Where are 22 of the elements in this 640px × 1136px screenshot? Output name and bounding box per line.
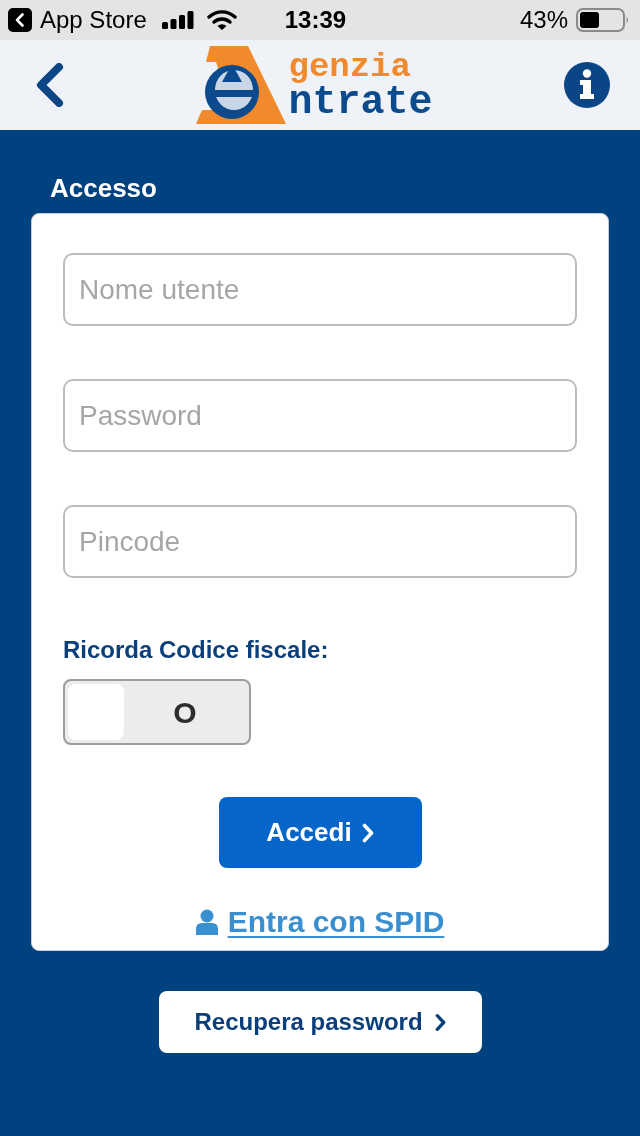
section-title: Accesso [50,173,157,203]
back-to-app-link[interactable]: App Store [8,8,147,32]
login-button[interactable]: Accedi [218,797,422,868]
input-field[interactable]: Nome utente [63,253,577,326]
chevron-right-icon [434,1012,446,1032]
signal-icon [161,11,194,29]
input-field[interactable]: Password [63,379,577,452]
toggle-switch[interactable]: O [63,679,251,745]
battery-icon [576,8,630,32]
logo-mark-icon [196,46,287,124]
logo-text: ntrate [288,84,433,122]
back-chevron-icon[interactable] [35,63,65,107]
clock-time: 13:39 [284,8,347,32]
recover-password-button[interactable]: Recupera password [158,991,482,1053]
remember-label: Ricorda Codice fiscale: [63,636,329,664]
wifi-icon [206,9,237,31]
battery-percentage: 43% [519,8,568,32]
input-field[interactable]: Pincode [63,505,577,578]
chevron-right-icon [361,822,374,843]
logo-text: genzia [288,50,412,84]
info-icon[interactable] [564,62,610,108]
user-icon [195,909,218,935]
